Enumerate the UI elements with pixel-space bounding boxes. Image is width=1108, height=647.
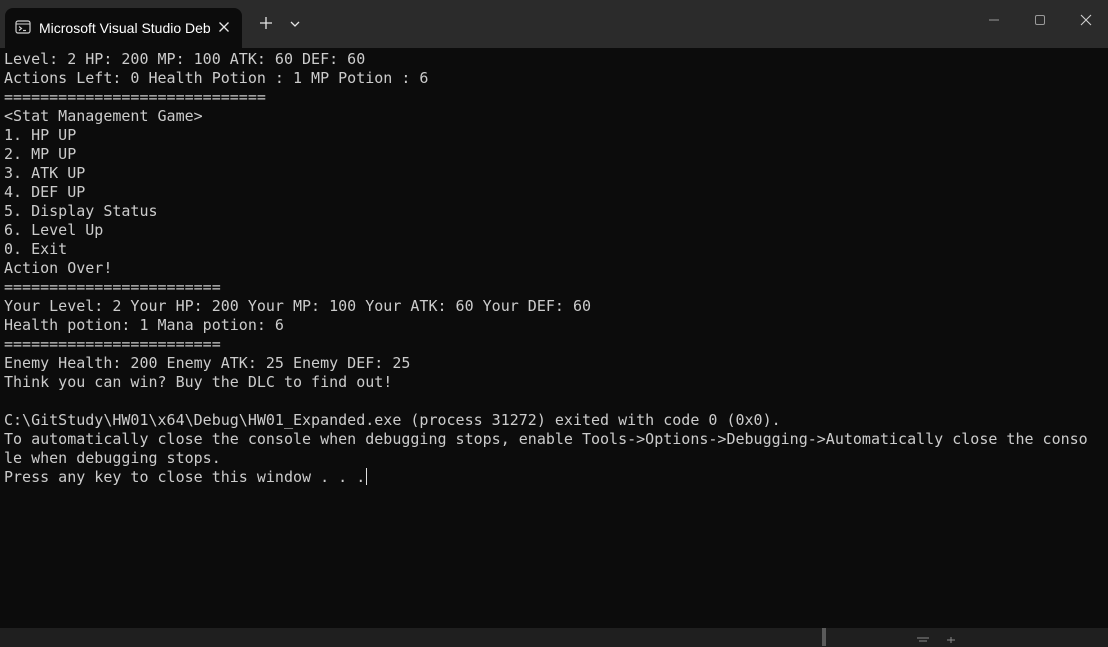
console-line: Press any key to close this window . . . <box>4 468 368 486</box>
console-line: 6. Level Up <box>4 221 104 239</box>
console-line: ======================== <box>4 335 221 353</box>
console-line: 4. DEF UP <box>4 183 86 201</box>
console-output[interactable]: Level: 2 HP: 200 MP: 100 ATK: 60 DEF: 60… <box>4 50 1104 620</box>
new-tab-button[interactable] <box>253 10 279 38</box>
minimize-icon <box>988 11 1000 30</box>
console-line: le when debugging stops. <box>4 449 221 467</box>
console-line: Action Over! <box>4 259 113 277</box>
console-line: To automatically close the console when … <box>4 430 1088 448</box>
title-bar[interactable]: Microsoft Visual Studio Debug Console <box>0 0 1108 48</box>
tab-title: Microsoft Visual Studio Debug Console <box>39 20 211 36</box>
terminal-window: Microsoft Visual Studio Debug Console <box>0 0 1108 628</box>
text-cursor <box>366 468 368 485</box>
taskbar-icon <box>916 628 930 642</box>
terminal-icon <box>15 19 31 35</box>
console-line: 0. Exit <box>4 240 68 258</box>
console-line: Your Level: 2 Your HP: 200 Your MP: 100 … <box>4 297 591 315</box>
console-line: Think you can win? Buy the DLC to find o… <box>4 373 393 391</box>
console-line: 1. HP UP <box>4 126 77 144</box>
console-line: 2. MP UP <box>4 145 77 163</box>
chevron-down-icon <box>289 15 301 34</box>
maximize-button[interactable] <box>1017 0 1063 40</box>
console-line: Actions Left: 0 Health Potion : 1 MP Pot… <box>4 69 429 87</box>
console-tab[interactable]: Microsoft Visual Studio Debug Console <box>5 8 242 48</box>
close-icon <box>1080 11 1092 30</box>
maximize-icon <box>1034 11 1046 30</box>
console-line: 5. Display Status <box>4 202 158 220</box>
plus-icon <box>259 15 273 34</box>
strip-divider <box>822 628 826 646</box>
taskbar-icon <box>944 628 958 643</box>
taskbar-strip <box>0 628 1108 646</box>
minimize-button[interactable] <box>971 0 1017 40</box>
console-line: C:\GitStudy\HW01\x64\Debug\HW01_Expanded… <box>4 411 781 429</box>
console-line: Health potion: 1 Mana potion: 6 <box>4 316 284 334</box>
close-window-button[interactable] <box>1063 0 1108 40</box>
console-line: Level: 2 HP: 200 MP: 100 ATK: 60 DEF: 60 <box>4 50 366 68</box>
console-line: ======================== <box>4 278 221 296</box>
console-line: Enemy Health: 200 Enemy ATK: 25 Enemy DE… <box>4 354 411 372</box>
profile-dropdown-button[interactable] <box>281 10 309 38</box>
close-tab-icon[interactable] <box>212 15 236 39</box>
console-line: <Stat Management Game> <box>4 107 203 125</box>
console-line: 3. ATK UP <box>4 164 86 182</box>
console-line: ============================= <box>4 88 266 106</box>
